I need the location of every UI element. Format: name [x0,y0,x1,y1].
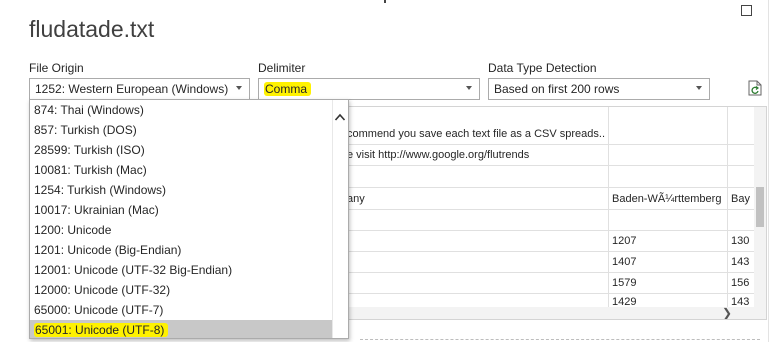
table-row: 1579 156 [334,273,754,294]
table-cell [731,124,754,144]
list-item[interactable]: 1201: Unicode (Big-Endian) [30,240,332,260]
table-row: 1407 143 [334,252,754,273]
list-item[interactable]: 1200: Unicode [30,220,332,240]
refresh-file-icon[interactable] [748,80,762,96]
table-cell [347,252,605,272]
table-cell: 1207 [612,235,637,247]
table-cell: 1579 [612,277,637,289]
table-cell [612,210,724,230]
table-cell: e visit http://www.google.org/flutrends [347,149,530,161]
file-origin-select[interactable]: 1252: Western European (Windows) [29,78,250,100]
list-item[interactable]: 10017: Ukrainian (Mac) [30,200,332,220]
table-cell: 1429 [612,296,637,307]
table-cell: 143 [731,256,750,268]
file-origin-value: 1252: Western European (Windows) [35,82,229,96]
delimiter-value: Comma [264,82,312,96]
vertical-scroll-thumb[interactable] [756,187,764,227]
list-item[interactable]: 857: Turkish (DOS) [30,120,332,140]
table-cell [347,210,605,230]
list-item[interactable]: 10081: Turkish (Mac) [30,160,332,180]
delimiter-select[interactable]: Comma [258,78,480,100]
table-row: e visit http://www.google.org/flutrends [334,145,754,166]
table-row [334,210,754,231]
column-header: Bay [731,193,750,205]
column-header: Baden-WÃ¼rttemberg [612,193,722,205]
list-item[interactable]: 12000: Unicode (UTF-32) [30,280,332,300]
table-cell [347,231,605,251]
table-row: 1207 130 [334,231,754,252]
column-header: any [347,193,365,205]
table-cell [347,166,605,186]
table-cell [612,145,724,165]
table-cell: 1407 [612,256,637,268]
chevron-down-icon [696,86,702,90]
data-type-detection-label: Data Type Detection [488,61,597,75]
selected-option-label: 65001: Unicode (UTF-8) [34,323,169,337]
chevron-right-icon[interactable]: ❯ [722,307,732,320]
maximize-icon[interactable] [741,5,752,16]
list-item[interactable]: 65000: Unicode (UTF-7) [30,300,332,320]
data-preview-grid: commend you save each text file as a CSV… [333,106,767,320]
window-edge-mark [384,0,386,3]
table-cell [347,294,605,307]
chevron-up-icon[interactable] [334,112,346,122]
table-cell [612,124,724,144]
file-origin-dropdown-list[interactable]: 874: Thai (Windows) 857: Turkish (DOS) 2… [29,99,349,339]
pane-divider [768,0,769,342]
table-cell: 130 [731,235,750,247]
chevron-down-icon [466,86,472,90]
list-item[interactable]: 874: Thai (Windows) [30,100,332,120]
table-cell [731,210,754,230]
table-cell: 143 [731,296,750,307]
chevron-down-icon [236,86,242,90]
dropdown-scrollbar[interactable] [332,100,348,338]
table-row [334,166,754,188]
divider [360,339,760,340]
table-row: 1429 143 [334,294,754,307]
file-origin-label: File Origin [29,61,84,75]
table-row: commend you save each text file as a CSV… [334,124,754,145]
file-title: fludatade.txt [29,16,155,42]
horizontal-scrollbar[interactable] [334,307,766,319]
table-cell: commend you save each text file as a CSV… [347,128,605,140]
list-item[interactable]: 12001: Unicode (UTF-32 Big-Endian) [30,260,332,280]
data-type-detection-select[interactable]: Based on first 200 rows [488,78,710,100]
table-cell [612,166,724,186]
table-cell [731,145,754,165]
list-item[interactable]: 1254: Turkish (Windows) [30,180,332,200]
data-type-detection-value: Based on first 200 rows [494,82,620,96]
table-cell [731,166,754,186]
table-cell: 156 [731,277,750,289]
table-cell [347,273,605,293]
list-item[interactable]: 28599: Turkish (ISO) [30,140,332,160]
delimiter-label: Delimiter [258,61,306,75]
table-row: any Baden-WÃ¼rttemberg Bay [334,188,754,210]
list-item-selected[interactable]: 65001: Unicode (UTF-8) [30,320,332,338]
